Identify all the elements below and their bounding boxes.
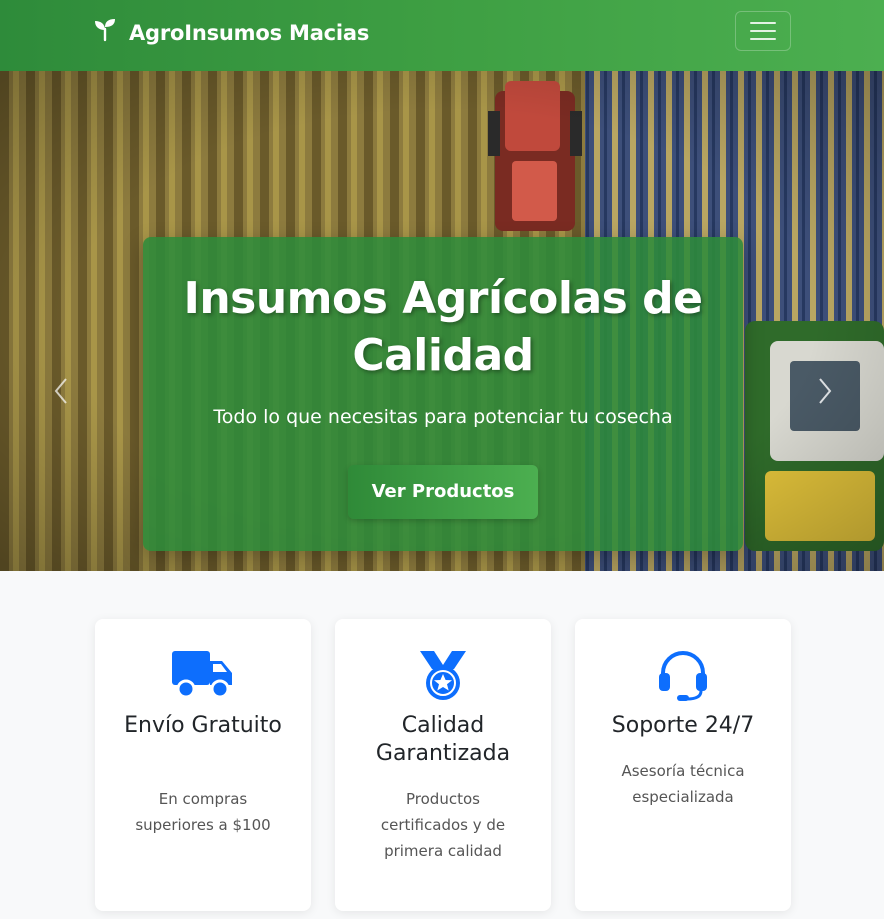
brand-name: AgroInsumos Macias (129, 20, 370, 45)
navbar: AgroInsumos Macias (0, 0, 884, 71)
feature-description: Asesoría técnica especializada (621, 762, 745, 806)
seedling-icon (93, 18, 117, 47)
hero-carousel: Insumos Agrícolas de Calidad Todo lo que… (0, 71, 884, 571)
hamburger-icon (750, 22, 776, 40)
feature-title: Soporte 24/7 (611, 713, 755, 738)
medal-icon (335, 649, 551, 701)
feature-description: En compras superiores a $100 (135, 790, 271, 834)
hero-caption: Insumos Agrícolas de Calidad Todo lo que… (143, 237, 743, 551)
feature-card-quality: Calidad Garantizada Productos certificad… (335, 619, 551, 911)
feature-description: Productos certificados y de primera cali… (380, 790, 506, 860)
chevron-right-icon[interactable] (810, 371, 840, 411)
feature-title: Envío Gratuito (124, 713, 282, 738)
brand-link[interactable]: AgroInsumos Macias (93, 18, 369, 47)
feature-card-support: Soporte 24/7 Asesoría técnica especializ… (575, 619, 791, 911)
features-section: Envío Gratuito En compras superiores a $… (0, 571, 884, 919)
truck-icon (95, 649, 311, 701)
feature-card-shipping: Envío Gratuito En compras superiores a $… (95, 619, 311, 911)
navbar-toggler-button[interactable] (735, 11, 791, 51)
view-products-button[interactable]: Ver Productos (347, 465, 539, 519)
hero-title: Insumos Agrícolas de Calidad (183, 273, 703, 381)
chevron-left-icon[interactable] (46, 371, 76, 411)
hero-subtitle: Todo lo que necesitas para potenciar tu … (213, 406, 673, 428)
headset-icon (575, 649, 791, 701)
feature-title: Calidad Garantizada (375, 713, 511, 766)
